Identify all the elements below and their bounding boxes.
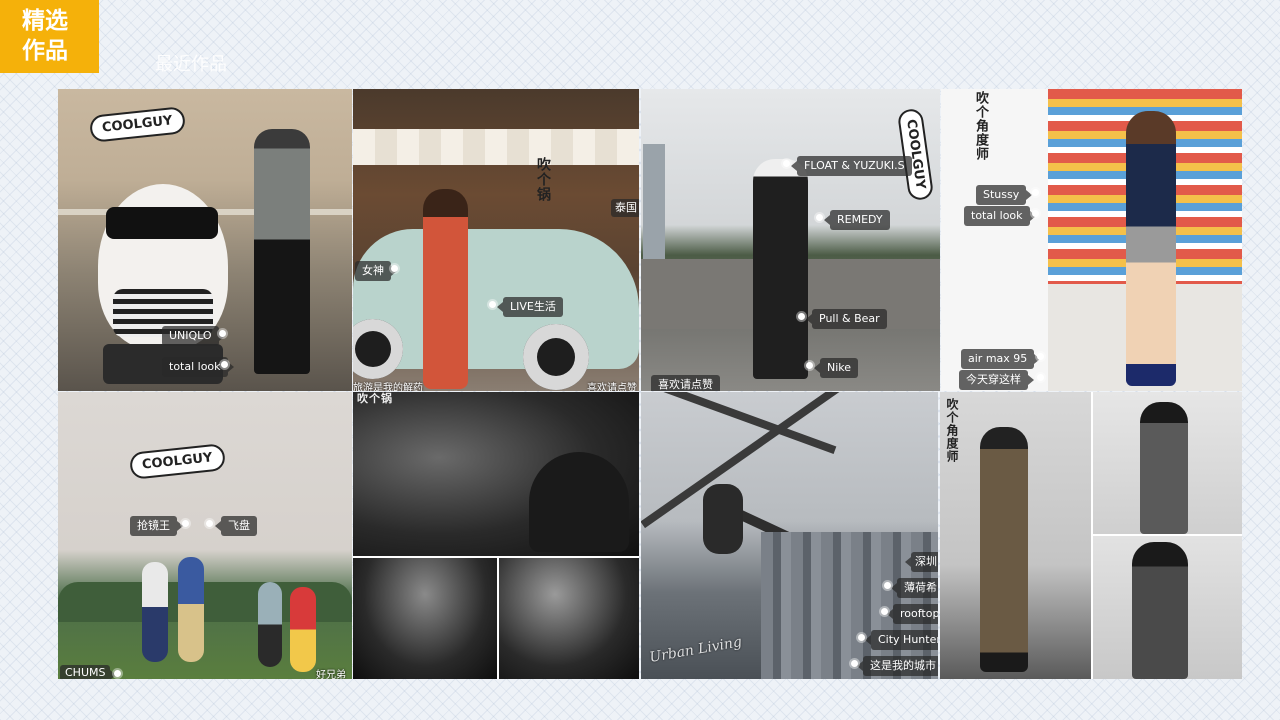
climber-figure <box>703 484 743 554</box>
person-figure <box>254 129 310 374</box>
photo-steel-tower[interactable]: 深圳 薄荷希 rooftop City Hunter 这是我的城市 Urban … <box>641 392 938 679</box>
brand-sticker: 吹个锅 <box>357 392 393 405</box>
tag-today-outfit[interactable]: 今天穿这样 <box>959 370 1034 390</box>
tag-total-look[interactable]: total look <box>964 206 1036 226</box>
tag-float-yuzuki[interactable]: FLOAT & YUZUKI.S <box>791 156 912 176</box>
tag-air-max[interactable]: air max 95 <box>961 349 1041 369</box>
badge-line-2: 作品 <box>22 38 68 64</box>
caption-travel: 旅游是我的解药 <box>353 383 423 391</box>
woman-poolside <box>529 452 629 552</box>
coolguy-sticker: COOLGUY <box>896 107 935 201</box>
tag-thailand[interactable]: 泰国 <box>611 199 639 217</box>
city-tower <box>643 144 665 264</box>
tag-total-look[interactable]: total look <box>162 357 234 377</box>
tag-dot <box>1032 210 1039 217</box>
caption-like: 喜欢请点赞 <box>587 383 637 391</box>
tag-pull-bear[interactable]: Pull & Bear <box>806 309 887 329</box>
caption-buddies: 好兄弟 <box>316 670 346 679</box>
pool-image-bottom-left <box>353 558 497 679</box>
coolguy-sticker: COOLGUY <box>128 443 226 480</box>
tag-rooftop[interactable]: rooftop <box>886 604 938 624</box>
woman-pose-1 <box>1140 402 1188 534</box>
tag-dot <box>881 608 888 615</box>
woman-pose-2 <box>1132 542 1188 679</box>
photo-mall-mascot[interactable]: COOLGUY UNIQLO total look <box>58 89 352 391</box>
tag-dot <box>219 330 226 337</box>
tag-dot <box>1032 189 1039 196</box>
tag-mint[interactable]: 薄荷希 <box>891 578 938 598</box>
tag-like[interactable]: 喜欢请点赞 <box>651 375 720 391</box>
tag-dot <box>114 670 121 677</box>
photo-rooftop-man[interactable]: COOLGUY FLOAT & YUZUKI.S REMEDY Pull & B… <box>641 89 940 391</box>
woman-figure <box>423 189 468 389</box>
tag-remedy[interactable]: REMEDY <box>824 210 890 230</box>
tag-dot <box>391 265 398 272</box>
player-3 <box>258 582 282 667</box>
tag-dot <box>816 214 823 221</box>
photo-portrait-collage[interactable]: 吹个角度师 <box>940 392 1242 679</box>
tag-live[interactable]: LIVE生活 <box>497 297 563 317</box>
tag-shenzhen[interactable]: 深圳 <box>905 552 938 572</box>
tag-dot <box>806 362 813 369</box>
brand-sticker: 吹个角度师 <box>945 398 959 463</box>
car-wheel-front <box>523 324 589 390</box>
tag-dot <box>206 520 213 527</box>
tag-chums[interactable]: CHUMS <box>60 665 118 679</box>
photo-vintage-car[interactable]: 吹个锅 泰国 女神 LIVE生活 旅游是我的解药 喜欢请点赞 <box>353 89 639 391</box>
tag-dot <box>489 301 496 308</box>
tag-city-hunter[interactable]: City Hunter <box>865 630 938 650</box>
pool-image-bottom-right <box>499 558 639 679</box>
section-badge: 精选 作品 <box>0 0 99 73</box>
player-2 <box>178 557 204 662</box>
tag-scene-stealer[interactable]: 抢镜王 <box>130 516 183 536</box>
girl-figure <box>1126 111 1176 386</box>
man-figure <box>753 159 808 379</box>
tag-dot <box>851 660 858 667</box>
brand-sticker: 吹个角度师 <box>973 91 988 161</box>
photo-supermarket[interactable]: 吹个角度师 Stussy total look air max 95 今天穿这样 <box>941 89 1242 391</box>
tag-my-city[interactable]: 这是我的城市 <box>857 656 938 676</box>
tag-dot <box>858 634 865 641</box>
tag-stussy[interactable]: Stussy <box>976 185 1033 205</box>
tag-dot <box>884 582 891 589</box>
photo-pool-collage[interactable]: 吹个锅 <box>353 392 639 679</box>
tag-dot <box>1037 353 1044 360</box>
tag-dot <box>221 361 228 368</box>
tag-dot <box>783 160 790 167</box>
awning <box>353 129 639 165</box>
steel-beam-2 <box>645 392 837 454</box>
tag-uniqlo[interactable]: UNIQLO <box>162 326 225 346</box>
woman-jumpsuit <box>980 427 1028 672</box>
signature: Urban Living <box>648 634 744 666</box>
mascot-sunglasses <box>106 207 218 239</box>
tag-dot <box>182 520 189 527</box>
tag-frisbee[interactable]: 飞盘 <box>215 516 257 536</box>
tag-goddess[interactable]: 女神 <box>355 261 397 281</box>
player-1 <box>142 562 168 662</box>
player-4 <box>290 587 316 672</box>
tag-dot <box>1037 374 1044 381</box>
tag-nike[interactable]: Nike <box>813 358 859 378</box>
badge-line-1: 精选 <box>22 8 68 34</box>
coolguy-sticker: COOLGUY <box>88 106 186 143</box>
section-subtitle: 最近作品 <box>155 54 227 75</box>
brand-sticker: 吹个锅 <box>535 157 551 202</box>
photo-frisbee[interactable]: COOLGUY 抢镜王 飞盘 CHUMS 好兄弟 <box>58 392 352 679</box>
tag-dot <box>798 313 805 320</box>
